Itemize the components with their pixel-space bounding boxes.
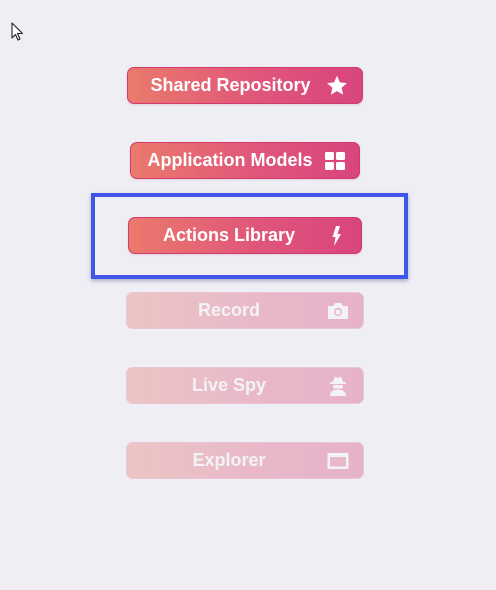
shared-repository-button[interactable]: Shared Repository [127, 67, 363, 104]
spy-icon [326, 374, 350, 398]
star-icon [325, 74, 349, 98]
shared-repository-label: Shared Repository [150, 75, 311, 95]
camera-icon [326, 299, 350, 323]
actions-library-button[interactable]: Actions Library [128, 217, 362, 254]
grid-icon [323, 149, 347, 173]
actions-library-label: Actions Library [162, 225, 296, 245]
lightning-bolt-icon [325, 224, 349, 248]
window-icon [326, 449, 350, 473]
explorer-label: Explorer [192, 450, 266, 470]
mouse-cursor-icon [11, 22, 24, 41]
live-spy-button[interactable]: Live Spy [126, 367, 364, 404]
explorer-button[interactable]: Explorer [126, 442, 364, 479]
live-spy-label: Live Spy [191, 375, 267, 395]
application-models-button[interactable]: Application Models [130, 142, 360, 179]
record-label: Record [197, 300, 260, 320]
record-button[interactable]: Record [126, 292, 364, 329]
application-models-label: Application Models [147, 150, 313, 170]
